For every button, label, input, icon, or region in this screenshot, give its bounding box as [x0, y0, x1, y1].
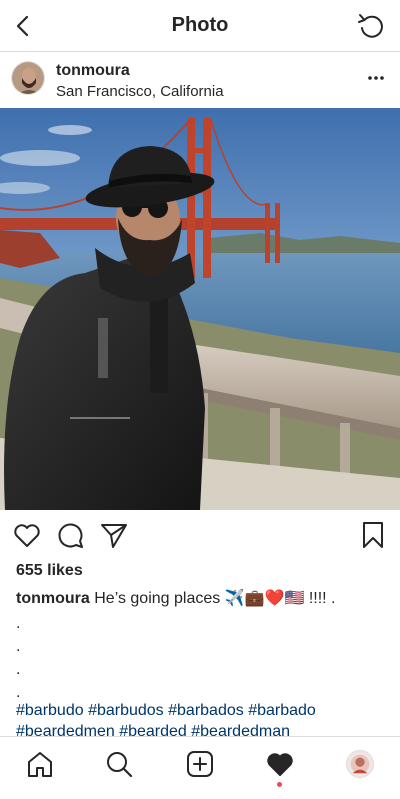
heart-filled-icon[interactable]	[265, 749, 295, 779]
heart-outline-icon[interactable]	[12, 520, 42, 550]
bottom-tab-bar	[0, 736, 400, 799]
caption-dot: .	[16, 638, 21, 655]
add-post-icon[interactable]	[185, 749, 215, 779]
post-actions	[0, 512, 400, 558]
caption-dots: . . . .	[16, 612, 20, 704]
caption-text: He’s going places ✈️💼❤️🇺🇸 !!!! .	[94, 590, 336, 607]
post-location[interactable]: San Francisco, California	[56, 83, 224, 100]
avatar[interactable]	[11, 61, 45, 95]
share-icon[interactable]	[99, 520, 129, 550]
notification-dot	[277, 782, 282, 787]
caption-dot: .	[16, 615, 21, 632]
comment-icon[interactable]	[56, 520, 86, 550]
likes-count[interactable]: 655 likes	[16, 562, 83, 580]
search-icon[interactable]	[104, 749, 134, 779]
post-username[interactable]: tonmoura	[56, 62, 130, 80]
bookmark-icon[interactable]	[358, 520, 388, 550]
top-bar: Photo	[0, 0, 400, 52]
caption-username[interactable]: tonmoura	[16, 590, 90, 607]
page-title: Photo	[171, 14, 229, 36]
home-icon[interactable]	[25, 749, 55, 779]
post-photo[interactable]	[0, 108, 400, 510]
more-icon[interactable]	[366, 70, 386, 86]
caption-dot: .	[16, 661, 21, 678]
profile-avatar[interactable]	[346, 750, 374, 778]
post-caption: tonmoura He’s going places ✈️💼❤️🇺🇸 !!!! …	[16, 589, 388, 609]
post-header: tonmoura San Francisco, California	[0, 52, 400, 108]
hashtags-line[interactable]: #barbudo #barbudos #barbados #barbado	[16, 700, 396, 721]
refresh-icon[interactable]	[356, 11, 386, 41]
chevron-left-icon[interactable]	[10, 12, 38, 40]
